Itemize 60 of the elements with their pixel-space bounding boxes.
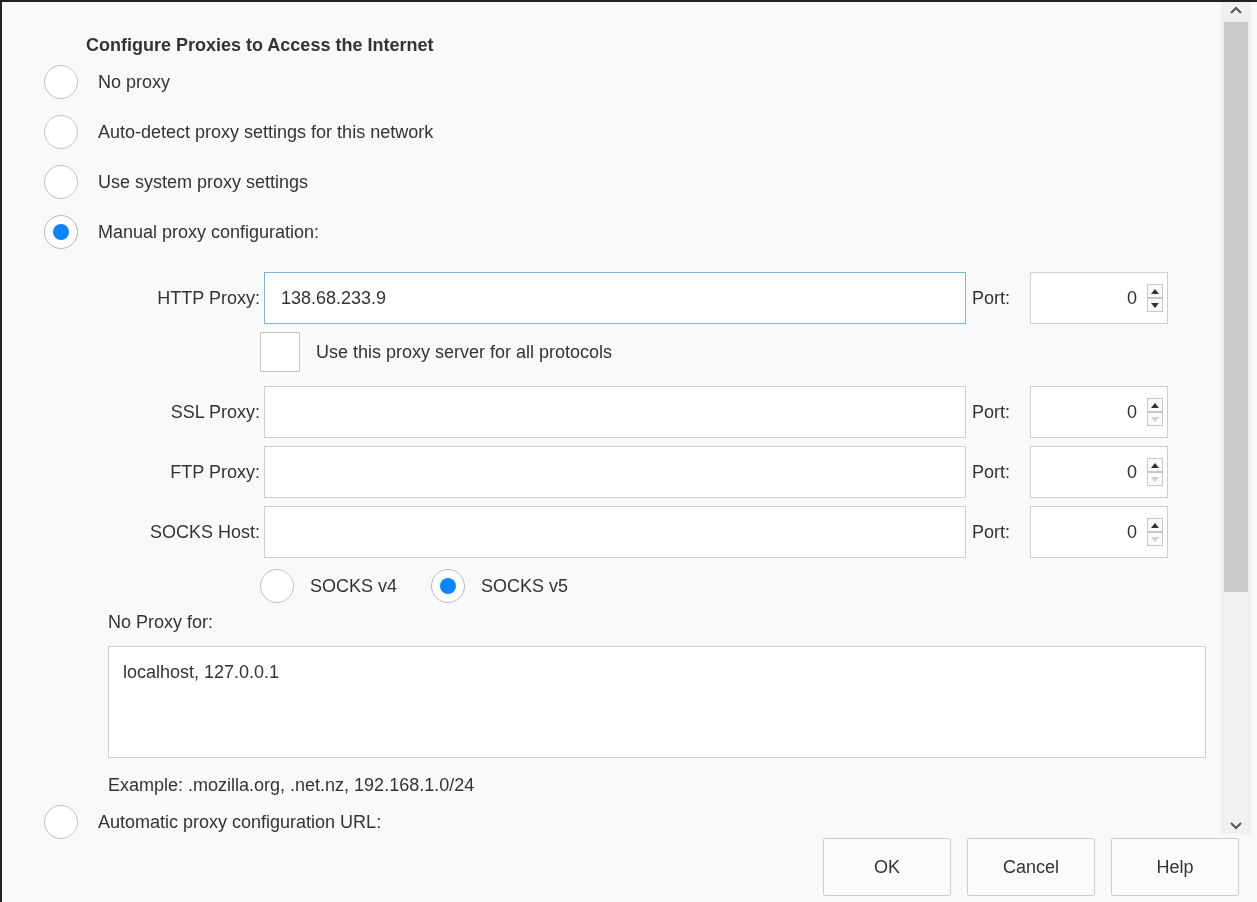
down-triangle-icon (1151, 536, 1159, 542)
radio-button[interactable] (44, 65, 78, 99)
field-label: SSL Proxy: (169, 400, 261, 424)
port-label: Port: (971, 400, 1011, 424)
port-label: Port: (971, 460, 1011, 484)
field-label: SOCKS Host: (148, 520, 261, 544)
stepper-up-button[interactable] (1147, 518, 1163, 532)
port-value: 0 (1127, 286, 1137, 310)
port-value: 0 (1127, 400, 1137, 424)
port-label: Port: (971, 520, 1011, 544)
radio-label[interactable]: Use system proxy settings (98, 168, 309, 196)
port-value: 0 (1127, 520, 1137, 544)
no-proxy-label: No Proxy for: (108, 611, 215, 634)
proxy-field[interactable] (264, 386, 966, 438)
radio-button[interactable] (260, 569, 294, 603)
dialog-button[interactable]: OK (823, 838, 951, 896)
port-field[interactable]: 0 (1030, 386, 1168, 438)
radio-label[interactable]: SOCKS v5 (481, 572, 569, 600)
up-triangle-icon (1151, 462, 1159, 468)
stepper-up-button[interactable] (1147, 398, 1163, 412)
stepper-up-button[interactable] (1147, 284, 1163, 298)
field-label: FTP Proxy: (169, 460, 261, 484)
port-label: Port: (971, 286, 1011, 310)
radio-label[interactable]: SOCKS v4 (310, 572, 398, 600)
radio-button[interactable] (44, 115, 78, 149)
dialog-button[interactable]: Help (1111, 838, 1239, 896)
section-title: Configure Proxies to Access the Internet (86, 34, 435, 57)
radio-button[interactable] (44, 165, 78, 199)
down-triangle-icon (1151, 302, 1159, 308)
no-proxy-field[interactable]: localhost, 127.0.0.1 (108, 646, 1206, 758)
down-triangle-icon (1151, 476, 1159, 482)
example-text: Example: .mozilla.org, .net.nz, 192.168.1.0/24 (108, 774, 476, 797)
scrollbar[interactable] (1221, 2, 1251, 834)
radio-button[interactable] (44, 805, 78, 839)
port-value: 0 (1127, 460, 1137, 484)
scrollbar-thumb[interactable] (1224, 22, 1248, 592)
port-field[interactable]: 0 (1030, 272, 1168, 324)
up-triangle-icon (1151, 288, 1159, 294)
radio-button[interactable] (431, 569, 466, 603)
up-triangle-icon (1151, 402, 1159, 408)
radio-label[interactable]: Automatic proxy configuration URL: (98, 808, 382, 836)
stepper-down-button[interactable] (1147, 298, 1163, 312)
radio-button[interactable] (44, 215, 78, 249)
radio-label[interactable]: Manual proxy configuration: (98, 218, 320, 246)
up-triangle-icon (1151, 522, 1159, 528)
stepper-up-button[interactable] (1147, 458, 1163, 472)
port-field[interactable]: 0 (1030, 506, 1168, 558)
scroll-up-icon[interactable] (1230, 6, 1242, 14)
proxy-field[interactable] (264, 506, 966, 558)
field-label: HTTP Proxy: (156, 286, 261, 310)
radio-label[interactable]: Auto-detect proxy settings for this network (98, 118, 434, 146)
checkbox[interactable] (260, 332, 300, 372)
checkbox-label[interactable]: Use this proxy server for all protocols (316, 338, 613, 366)
proxy-field[interactable]: 138.68.233.9 (264, 272, 966, 324)
dialog-button[interactable]: Cancel (967, 838, 1095, 896)
port-field[interactable]: 0 (1030, 446, 1168, 498)
proxy-field[interactable] (264, 446, 966, 498)
radio-label[interactable]: No proxy (98, 68, 171, 96)
down-triangle-icon (1151, 416, 1159, 422)
scroll-down-icon[interactable] (1230, 822, 1242, 830)
